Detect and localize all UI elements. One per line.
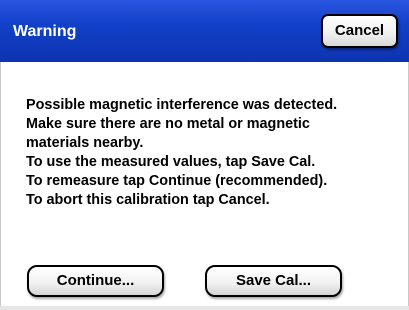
title-bar: Warning Cancel — [0, 0, 409, 62]
cancel-button[interactable]: Cancel — [321, 14, 398, 48]
message-line: Make sure there are no metal or magnetic — [26, 116, 310, 132]
message-line: To remeasure tap Continue (recommended). — [26, 173, 328, 189]
warning-message: Possible magnetic interference was detec… — [26, 96, 406, 210]
continue-button[interactable]: Continue... — [27, 265, 164, 297]
message-line: To abort this calibration tap Cancel. — [26, 192, 270, 208]
message-line: To use the measured values, tap Save Cal… — [26, 154, 316, 170]
save-cal-button[interactable]: Save Cal... — [205, 265, 342, 297]
message-line: Possible magnetic interference was detec… — [26, 97, 338, 113]
bottom-divider — [0, 306, 409, 310]
message-line: materials nearby. — [26, 135, 144, 151]
warning-dialog: Warning Cancel Possible magnetic interfe… — [0, 0, 409, 310]
dialog-title: Warning — [13, 23, 77, 40]
